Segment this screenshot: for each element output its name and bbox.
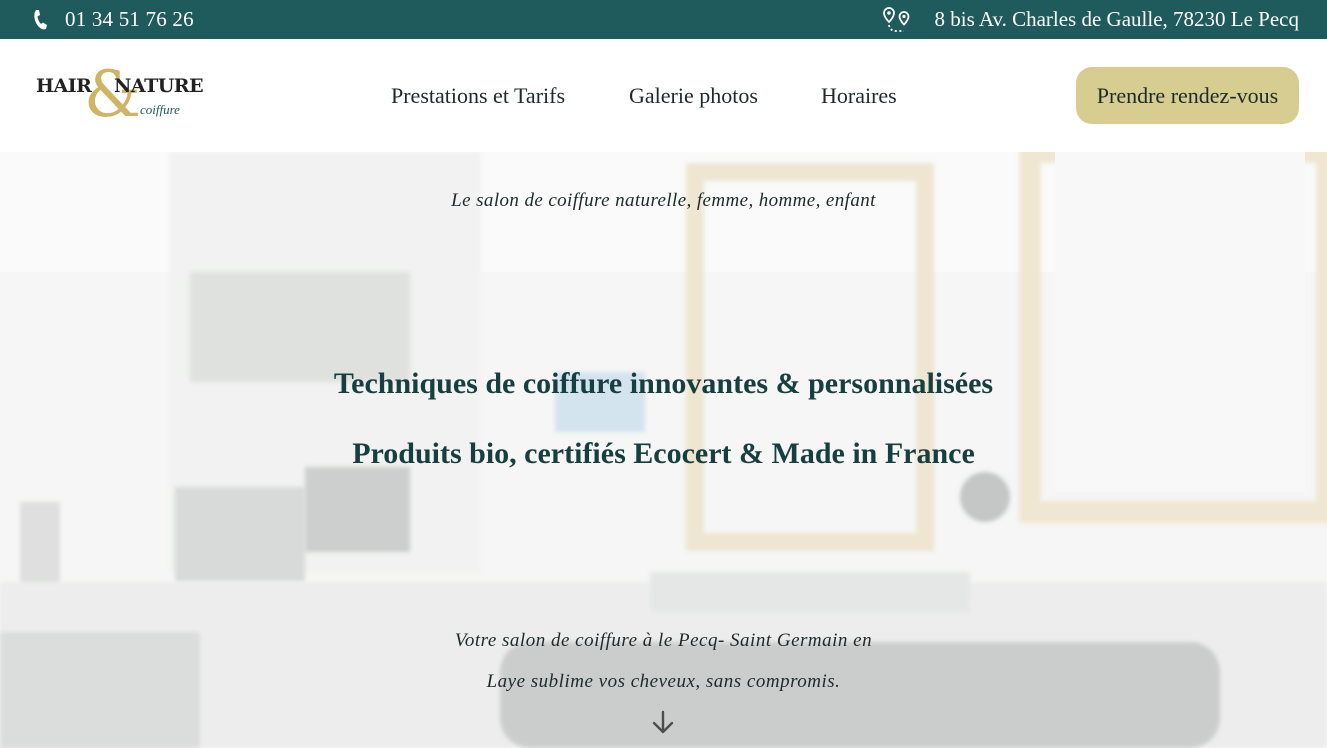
hero-headline-produits: Produits bio, certifiés Ecocert & Made i…: [352, 437, 975, 470]
address-text[interactable]: 8 bis Av. Charles de Gaulle, 78230 Le Pe…: [934, 7, 1299, 32]
hero-tagline: Le salon de coiffure naturelle, femme, h…: [451, 190, 876, 211]
address-contact[interactable]: 8 bis Av. Charles de Gaulle, 78230 Le Pe…: [882, 0, 1299, 39]
nav-link-galerie[interactable]: Galerie photos: [629, 83, 758, 109]
nav-item-prestations[interactable]: Prestations et Tarifs: [391, 39, 565, 152]
hero-description-line-1: Votre salon de coiffure à le Pecq- Saint…: [454, 630, 873, 651]
logo-hair-text: HAIR: [36, 75, 92, 97]
hero-section: Le salon de coiffure naturelle, femme, h…: [0, 152, 1327, 748]
phone-contact[interactable]: 01 34 51 76 26: [32, 0, 194, 39]
phone-number[interactable]: 01 34 51 76 26: [65, 7, 194, 32]
logo-nature-text: NATURE: [114, 75, 204, 97]
phone-icon: [32, 9, 48, 31]
nav-item-galerie[interactable]: Galerie photos: [629, 39, 758, 152]
logo-coiffure-text: coiffure: [140, 102, 180, 117]
hero-description-line-2: Laye sublime vos cheveux, sans compromis…: [486, 671, 841, 692]
book-appointment-button[interactable]: Prendre rendez-vous: [1076, 67, 1299, 124]
nav-item-horaires[interactable]: Horaires: [821, 39, 897, 152]
top-info-bar: 01 34 51 76 26 8 bis Av. Charles de Gaul…: [0, 0, 1327, 39]
arrow-down-icon[interactable]: [651, 710, 675, 736]
map-pin-route-icon: [882, 6, 912, 34]
site-logo[interactable]: & HAIR NATURE coiffure: [36, 63, 206, 127]
site-header: & HAIR NATURE coiffure Prestations et Ta…: [0, 39, 1327, 152]
nav-link-horaires[interactable]: Horaires: [821, 83, 897, 109]
nav-link-prestations[interactable]: Prestations et Tarifs: [391, 83, 565, 109]
hero-headline-techniques: Techniques de coiffure innovantes & pers…: [333, 367, 994, 400]
